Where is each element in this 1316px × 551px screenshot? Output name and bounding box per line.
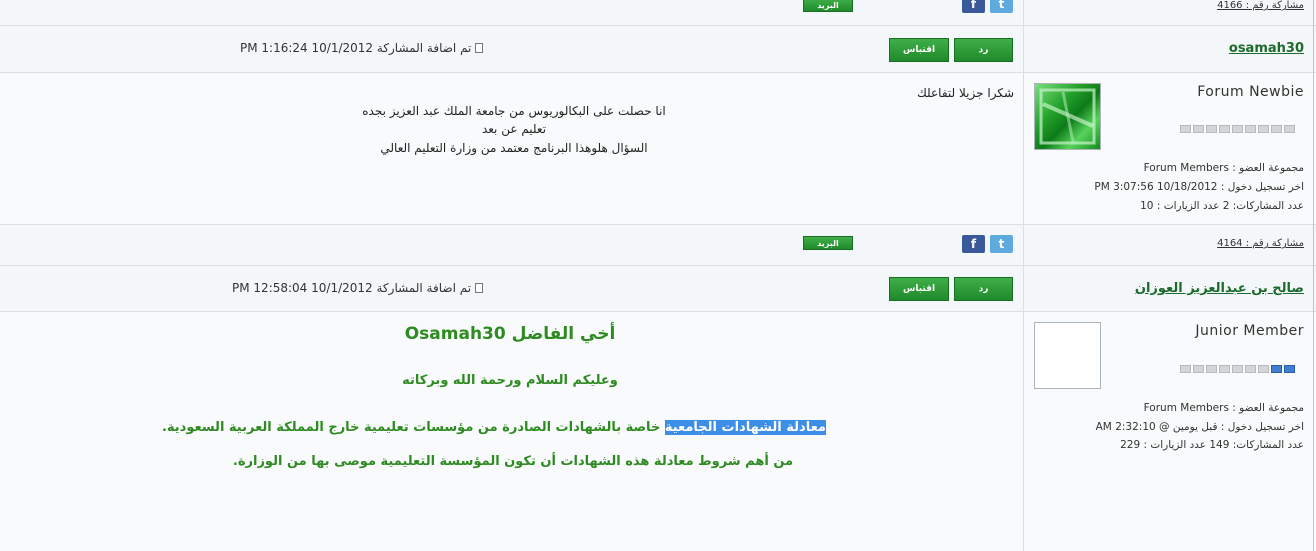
rank-star <box>1193 365 1204 373</box>
rank-star <box>1219 125 1230 133</box>
email-button[interactable]: البريد <box>803 0 853 12</box>
facebook-share-icon[interactable]: f <box>962 235 985 253</box>
rank-star <box>1232 125 1243 133</box>
post-header-saleh <box>0 266 1316 311</box>
post-text-line: انا حصلت على البكالوريوس من جامعة الملك … <box>362 104 666 118</box>
post-stats: عدد المشاركات: 2 عدد الزيارات : 10 <box>1140 200 1304 212</box>
column-divider <box>1023 0 1024 551</box>
post-footer-4164 <box>0 225 1316 265</box>
rank-star <box>1245 365 1256 373</box>
user-rank: Junior Member <box>1195 323 1304 339</box>
avatar <box>1034 322 1101 389</box>
post-number-link[interactable]: مشاركة رقم : 4166 <box>1217 0 1304 11</box>
greeting-name: Osamah30 <box>404 324 506 344</box>
rank-star <box>1245 125 1256 133</box>
username-link[interactable]: osamah30 <box>1229 41 1304 56</box>
facebook-share-icon[interactable]: f <box>962 0 985 13</box>
rank-stars <box>1180 365 1295 373</box>
rank-star <box>1271 125 1282 133</box>
email-button[interactable]: البريد <box>803 236 853 250</box>
avatar <box>1034 83 1101 150</box>
last-login: اخر تسجيل دخول : قبل يومين @ 2:32:10 AM <box>1095 421 1304 433</box>
post-date: تم اضافة المشاركة 10/1/2012 1:16:24 PM <box>240 41 484 55</box>
post-date-text: تم اضافة المشاركة 10/1/2012 12:58:04 PM <box>232 281 472 295</box>
rank-star <box>1284 125 1295 133</box>
greeting-prefix: أخي الفاضل <box>511 324 616 344</box>
avatar-graphic <box>1039 88 1096 145</box>
rank-star <box>1232 365 1243 373</box>
post-text-line: تعليم عن بعد <box>481 122 547 136</box>
post-footer-4166 <box>0 0 1316 25</box>
rank-star <box>1193 125 1204 133</box>
highlighted-text: معادلة الشهادات الجامعية <box>664 420 826 435</box>
scroll-edge <box>1313 0 1314 551</box>
post-greeting: أخي الفاضل Osamah30 <box>380 324 640 344</box>
post-text-line: من أهم شروط معادلة هذه الشهادات أن تكون … <box>232 454 794 469</box>
post-stats: عدد المشاركات: 149 عدد الزيارات : 229 <box>1120 439 1304 451</box>
rank-star <box>1219 365 1230 373</box>
post-number-link[interactable]: مشاركة رقم : 4164 <box>1217 238 1304 249</box>
rank-star <box>1258 365 1269 373</box>
post-date: تم اضافة المشاركة 10/1/2012 12:58:04 PM <box>232 281 484 295</box>
member-group: مجموعة العضو : Forum Members <box>1143 402 1304 414</box>
username-link[interactable]: صالح بن عبدالعزيز العوزان <box>1135 281 1304 296</box>
post-header-osamah30 <box>0 26 1316 72</box>
rank-star <box>1206 125 1217 133</box>
last-login: اخر تسجيل دخول : 10/18/2012 3:07:56 PM <box>1094 181 1304 193</box>
user-rank: Forum Newbie <box>1197 84 1304 100</box>
post-date-text: تم اضافة المشاركة 10/1/2012 1:16:24 PM <box>240 41 472 55</box>
document-icon <box>475 283 484 293</box>
post-text-rest: خاصة بالشهادات الصادرة من مؤسسات تعليمية… <box>161 420 665 435</box>
rank-star <box>1271 365 1282 373</box>
reply-button[interactable]: رد <box>954 38 1013 62</box>
rank-star <box>1258 125 1269 133</box>
post-salam: وعليكم السلام ورحمة الله وبركاته <box>402 373 618 388</box>
rank-star <box>1180 365 1191 373</box>
rank-stars <box>1180 125 1295 133</box>
rank-star <box>1180 125 1191 133</box>
twitter-share-icon[interactable]: t <box>990 235 1013 253</box>
quote-button[interactable]: اقتباس <box>889 38 949 62</box>
post-text-line: السؤال هلوهذا البرنامج معتمد من وزارة ال… <box>380 141 648 155</box>
rank-star <box>1206 365 1217 373</box>
post-text-line: شكرا جزيلا لتفاعلك <box>916 86 1014 100</box>
quote-button[interactable]: اقتباس <box>889 277 949 301</box>
document-icon <box>475 43 484 53</box>
twitter-share-icon[interactable]: t <box>990 0 1013 13</box>
reply-button[interactable]: رد <box>954 277 1013 301</box>
post-text-line: معادلة الشهادات الجامعية خاصة بالشهادات … <box>162 420 826 435</box>
member-group: مجموعة العضو : Forum Members <box>1143 162 1304 174</box>
rank-star <box>1284 365 1295 373</box>
